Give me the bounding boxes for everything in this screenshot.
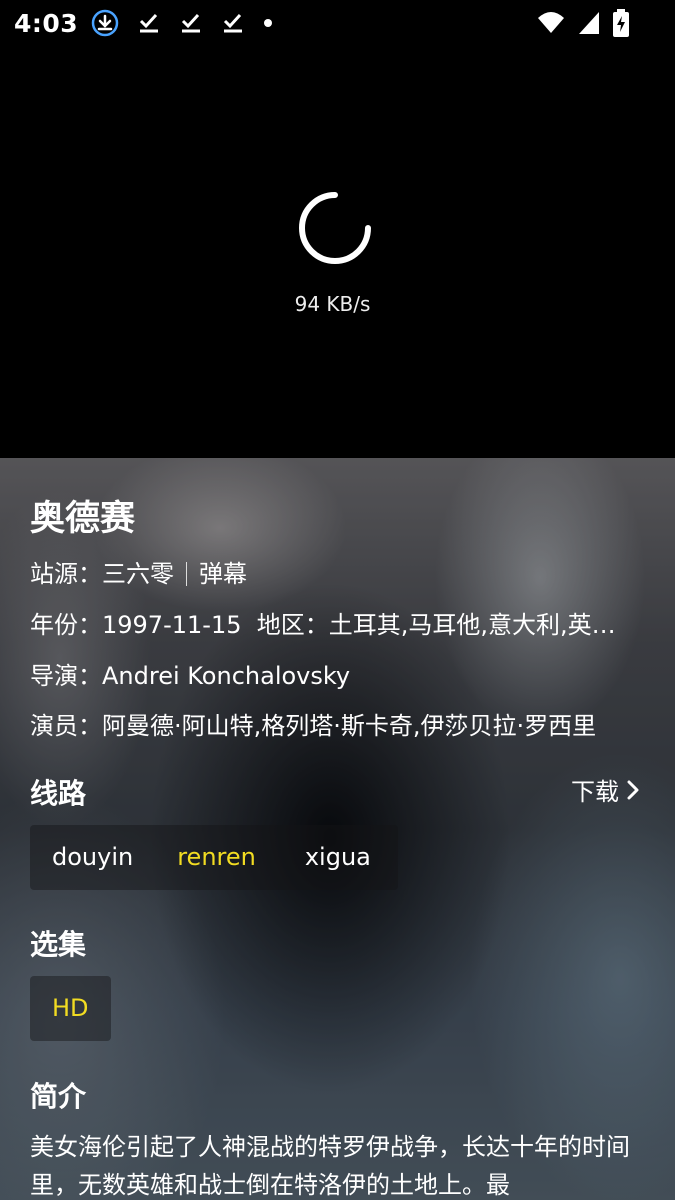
- download-button[interactable]: 下载: [571, 772, 641, 807]
- system-icons: [537, 9, 629, 37]
- route-chip-xigua[interactable]: xigua: [278, 825, 398, 890]
- year-value: 1997-11-15: [102, 611, 242, 639]
- video-player[interactable]: 94 KB/s: [0, 46, 675, 458]
- cast-line: 演员：阿曼德·阿山特,格列塔·斯卡奇,伊莎贝拉·罗西里: [30, 706, 596, 741]
- dot-icon: [264, 19, 273, 27]
- divider: [186, 562, 187, 586]
- status-bar: 4:03: [0, 0, 675, 46]
- region-label: 地区：: [256, 611, 329, 639]
- movie-title: 奥德赛: [30, 499, 136, 539]
- route-list: douyin renren xigua: [30, 825, 398, 890]
- download-label: 下载: [571, 778, 619, 806]
- download-icon: [91, 9, 119, 37]
- region-value: 土耳其,马耳他,意大利,英…: [328, 611, 616, 639]
- battery-charging-icon: [613, 9, 629, 37]
- director-value: Andrei Konchalovsky: [102, 662, 351, 690]
- source-line: 站源：三六零 弹幕: [30, 554, 247, 589]
- routes-title: 线路: [30, 777, 87, 810]
- danmaku-label[interactable]: 弹幕: [199, 560, 247, 588]
- notification-icons: [90, 8, 274, 38]
- year-label: 年份：: [30, 611, 102, 639]
- download-done-icon: [140, 13, 159, 33]
- synopsis-title: 简介: [30, 1080, 87, 1113]
- director-line: 导演：Andrei Konchalovsky: [30, 656, 350, 691]
- signal-icon: [579, 12, 599, 34]
- route-chip-renren[interactable]: renren: [155, 825, 278, 890]
- episode-list: HD: [30, 976, 111, 1041]
- year-region-line: 年份：1997-11-15 地区：土耳其,马耳他,意大利,英…: [30, 605, 616, 640]
- director-label: 导演：: [30, 662, 102, 690]
- wifi-icon: [538, 12, 564, 33]
- episodes-title: 选集: [30, 928, 87, 961]
- cast-label: 演员：: [30, 712, 102, 740]
- episode-chip-hd[interactable]: HD: [30, 976, 111, 1041]
- route-chip-douyin[interactable]: douyin: [30, 825, 155, 890]
- download-done-icon: [182, 13, 201, 33]
- download-speed: 94 KB/s: [294, 292, 371, 316]
- chevron-right-icon: [627, 780, 639, 799]
- source-label: 站源：: [30, 560, 102, 588]
- download-done-icon: [224, 13, 243, 33]
- loading-spinner-icon: [299, 192, 371, 264]
- details-panel: 奥德赛 站源：三六零 弹幕 年份：1997-11-15 地区：土耳其,马耳他,意大…: [0, 458, 675, 1200]
- cast-value: 阿曼德·阿山特,格列塔·斯卡奇,伊莎贝拉·罗西里: [102, 712, 597, 740]
- synopsis-text: 美女海伦引起了人神混战的特罗伊战争，长达十年的时间里，无数英雄和战士倒在特洛伊的…: [30, 1133, 630, 1199]
- source-value[interactable]: 三六零: [102, 560, 174, 588]
- status-time: 4:03: [14, 8, 79, 38]
